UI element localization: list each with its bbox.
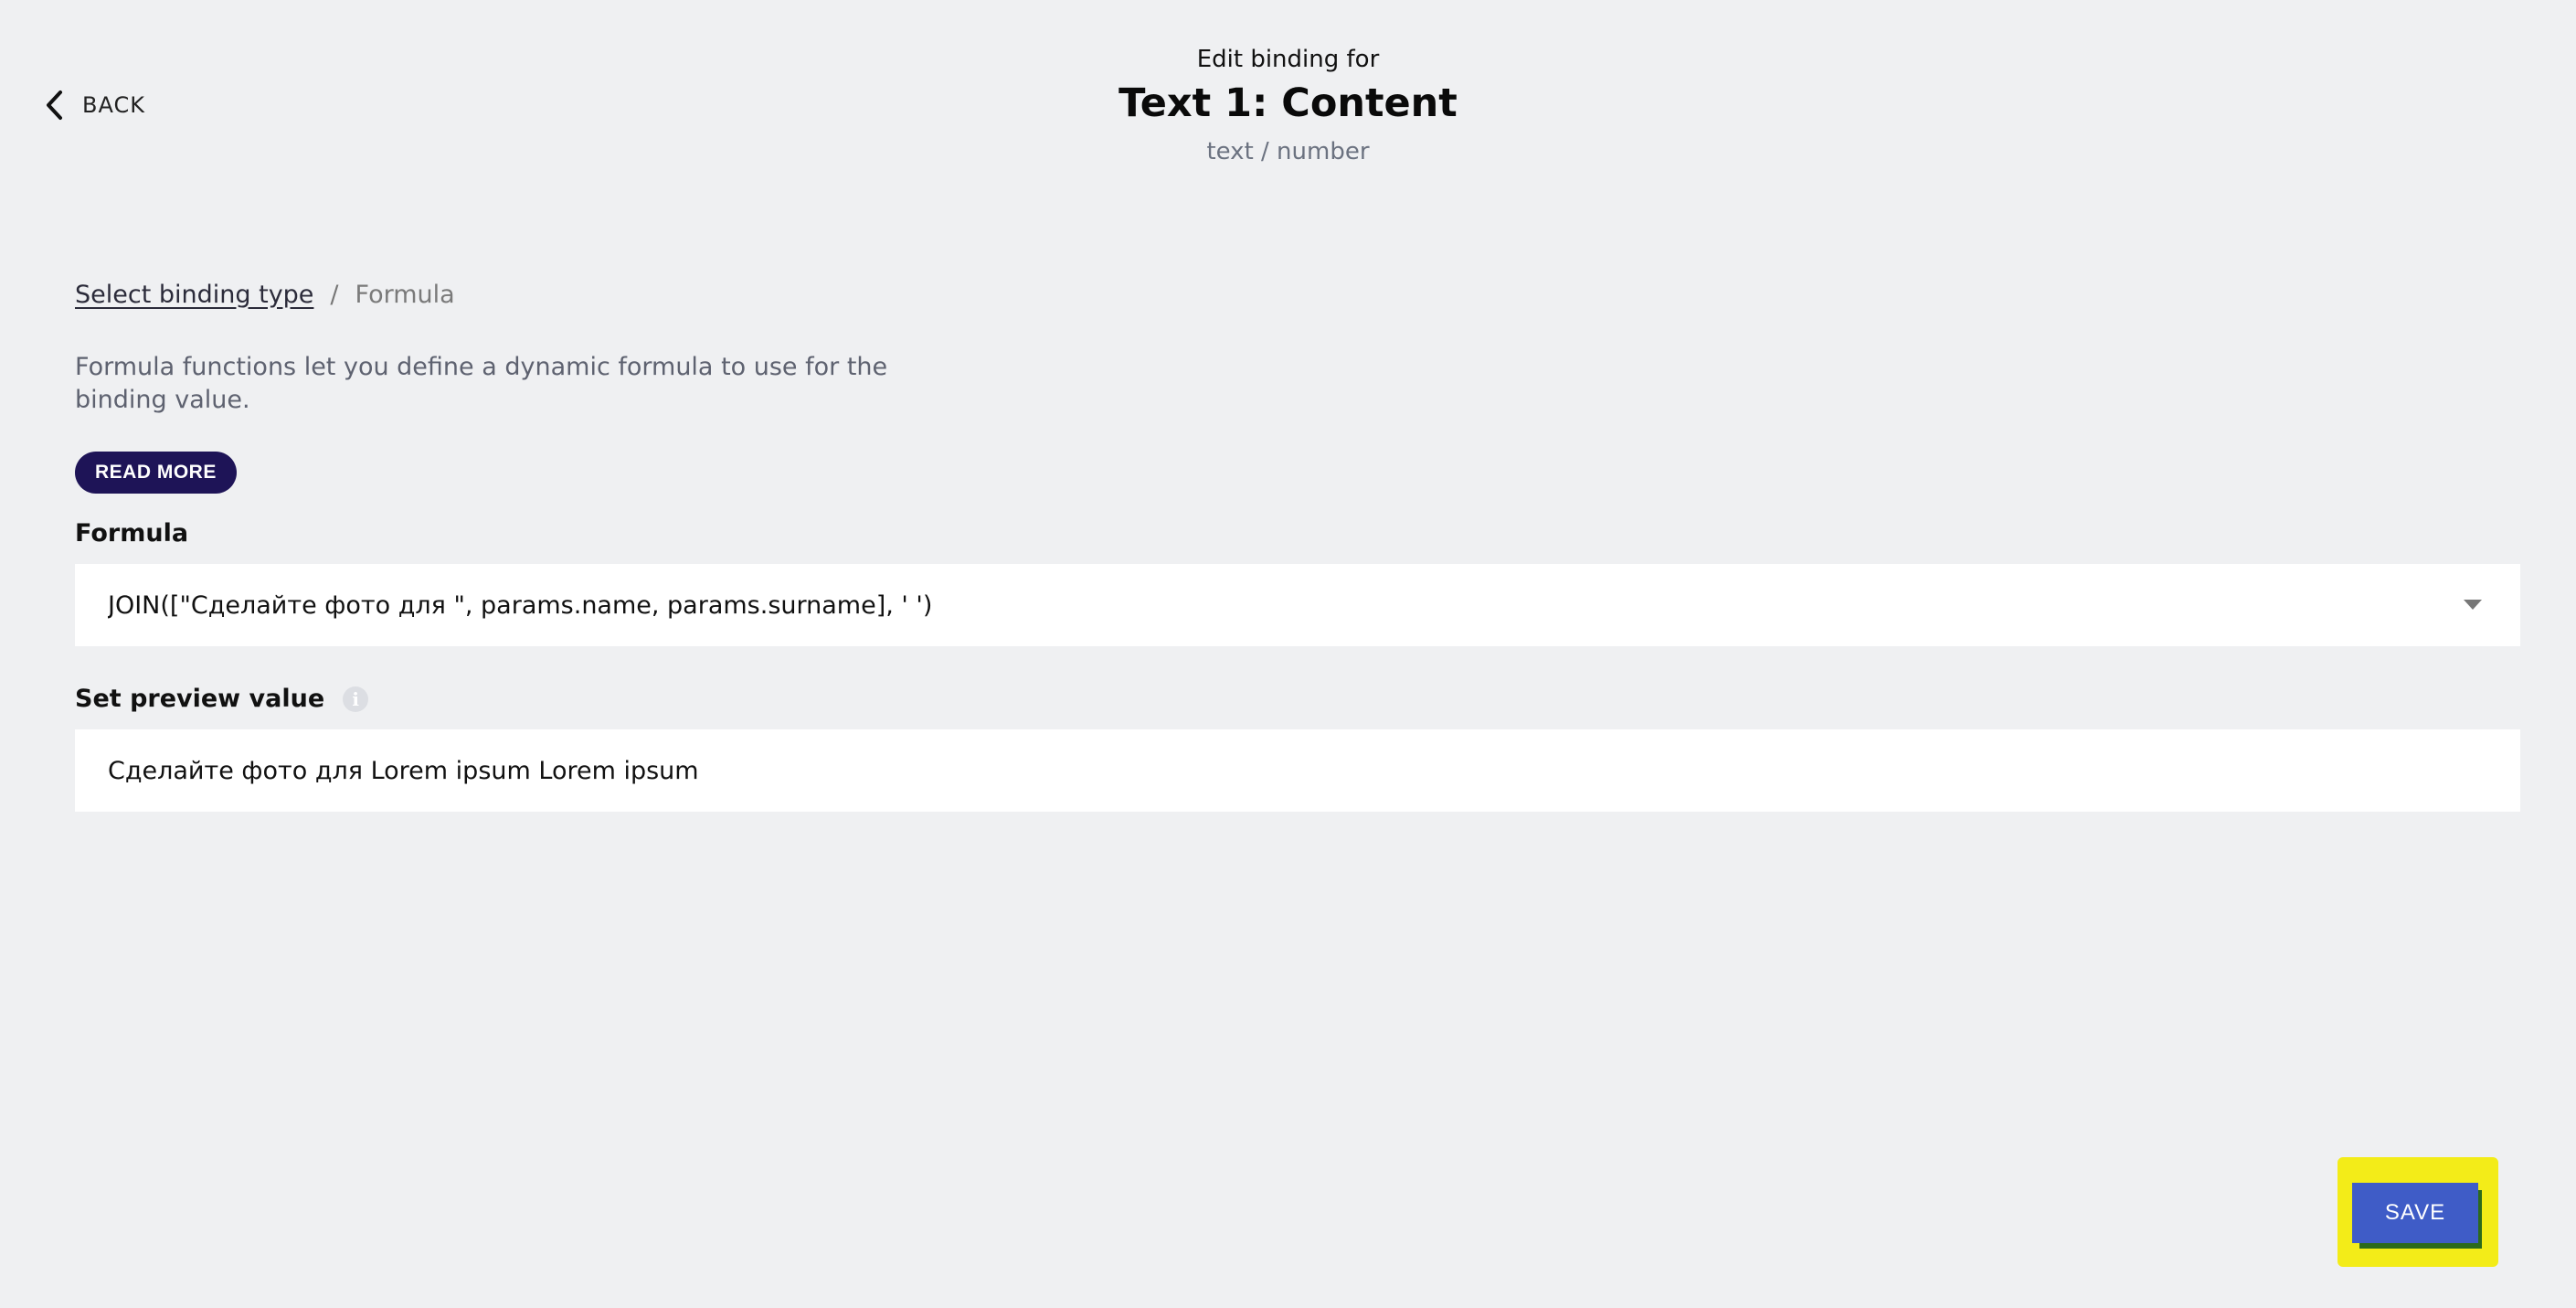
formula-description: Formula functions let you define a dynam…: [75, 353, 888, 414]
info-icon[interactable]: i: [343, 686, 369, 712]
binding-data-type: text / number: [1206, 138, 1370, 165]
header-subtitle: Edit binding for: [1196, 46, 1380, 73]
formula-value: JOIN(["Сделайте фото для ", params.name,…: [108, 590, 933, 620]
page-header: Edit binding for Text 1: Content text / …: [0, 44, 2576, 168]
chevron-down-icon[interactable]: [2464, 600, 2482, 610]
page-title: Text 1: Content: [1118, 80, 1458, 126]
preview-value-input[interactable]: Сделайте фото для Lorem ipsum Lorem ipsu…: [75, 729, 2520, 812]
edit-binding-page: BACK Edit binding for Text 1: Content te…: [0, 0, 2576, 1308]
preview-label: Set preview value i: [75, 685, 2520, 713]
binding-form: Select binding type / Formula Formula fu…: [75, 274, 2520, 812]
breadcrumb: Select binding type / Formula: [75, 274, 2520, 314]
breadcrumb-current: Formula: [355, 280, 455, 309]
save-button[interactable]: SAVE: [2352, 1183, 2478, 1243]
breadcrumb-select-binding-type[interactable]: Select binding type: [75, 281, 313, 309]
formula-label: Formula: [75, 519, 2520, 548]
preview-label-text: Set preview value: [75, 685, 325, 713]
formula-input[interactable]: JOIN(["Сделайте фото для ", params.name,…: [75, 564, 2520, 646]
formula-label-text: Formula: [75, 519, 189, 548]
breadcrumb-separator: /: [330, 280, 339, 309]
read-more-button[interactable]: READ MORE: [75, 452, 237, 494]
preview-value: Сделайте фото для Lorem ipsum Lorem ipsu…: [108, 756, 699, 785]
